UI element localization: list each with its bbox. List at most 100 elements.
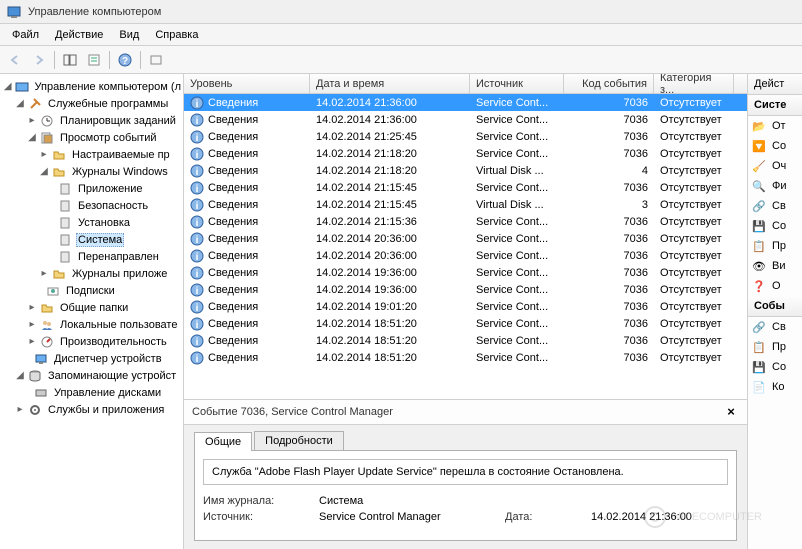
action-item[interactable]: ❓О [748,276,802,296]
show-hide-tree-button[interactable] [59,49,81,71]
grid-row[interactable]: iСведения14.02.2014 18:51:20Service Cont… [184,315,747,332]
cell-source: Service Cont... [470,335,564,347]
tab-general[interactable]: Общие [194,432,252,451]
tree-storage[interactable]: ◢Запоминающие устройст [0,367,183,384]
tree-windows-logs[interactable]: ◢Журналы Windows [0,163,183,180]
cell-category: Отсутствует [654,335,734,347]
menu-help[interactable]: Справка [147,27,206,43]
tree-custom-views[interactable]: ▸Настраиваемые пр [0,146,183,163]
cell-event-id: 7036 [564,114,654,126]
action-item[interactable]: 🔽Со [748,136,802,156]
grid-row[interactable]: iСведения14.02.2014 21:15:45Virtual Disk… [184,196,747,213]
action-item[interactable]: 📋Пр [748,337,802,357]
console-tree[interactable]: ◢Управление компьютером (л ◢Служебные пр… [0,74,184,549]
clock-icon [39,113,55,129]
cell-level: Сведения [208,131,258,143]
action-icon: 🧹 [752,160,768,173]
col-datetime[interactable]: Дата и время [310,74,470,93]
tab-details[interactable]: Подробности [254,431,344,450]
tree-root[interactable]: ◢Управление компьютером (л [0,78,183,95]
prop-logname-val: Система [319,495,499,507]
close-detail-button[interactable]: × [723,404,739,420]
tree-shared-folders[interactable]: ▸Общие папки [0,299,183,316]
action-item[interactable]: 🧹Оч [748,156,802,176]
grid-row[interactable]: iСведения14.02.2014 20:36:00Service Cont… [184,230,747,247]
tree-device-manager[interactable]: Диспетчер устройств [0,350,183,367]
tree-subscriptions[interactable]: Подписки [0,282,183,299]
cell-event-id: 7036 [564,352,654,364]
tree-local-users[interactable]: ▸Локальные пользовате [0,316,183,333]
cell-datetime: 14.02.2014 18:51:20 [310,352,470,364]
log-icon [57,181,73,197]
menu-action[interactable]: Действие [47,27,111,43]
action-item[interactable]: 🔗Св [748,196,802,216]
tree-log-security[interactable]: Безопасность [0,197,183,214]
info-icon: i [190,232,204,246]
grid-row[interactable]: iСведения14.02.2014 21:18:20Service Cont… [184,145,747,162]
grid-row[interactable]: iСведения14.02.2014 21:15:36Service Cont… [184,213,747,230]
cell-level: Сведения [208,97,258,109]
cell-category: Отсутствует [654,131,734,143]
grid-row[interactable]: iСведения14.02.2014 19:01:20Service Cont… [184,298,747,315]
grid-row[interactable]: iСведения14.02.2014 21:15:45Service Cont… [184,179,747,196]
action-item[interactable]: 💾Со [748,216,802,236]
action-item[interactable]: 🔍Фи [748,176,802,196]
action-item[interactable]: 📋Пр [748,236,802,256]
info-icon: i [190,283,204,297]
cell-category: Отсутствует [654,216,734,228]
cell-level: Сведения [208,182,258,194]
grid-row[interactable]: iСведения14.02.2014 21:18:20Virtual Disk… [184,162,747,179]
tree-log-application[interactable]: Приложение [0,180,183,197]
col-source[interactable]: Источник [470,74,564,93]
tree-log-forwarded[interactable]: Перенаправлен [0,248,183,265]
performance-icon [39,334,55,350]
event-grid[interactable]: Уровень Дата и время Источник Код событи… [184,74,747,399]
cell-category: Отсутствует [654,165,734,177]
cell-level: Сведения [208,233,258,245]
action-item[interactable]: 🔗Св [748,317,802,337]
menu-view[interactable]: Вид [111,27,147,43]
grid-row[interactable]: iСведения14.02.2014 18:51:20Service Cont… [184,349,747,366]
help-button[interactable]: ? [114,49,136,71]
action-label: Со [772,361,786,373]
info-icon: i [190,317,204,331]
cell-event-id: 7036 [564,267,654,279]
tree-disk-mgmt[interactable]: Управление дисками [0,384,183,401]
tree-event-viewer[interactable]: ◢Просмотр событий [0,129,183,146]
grid-row[interactable]: iСведения14.02.2014 19:36:00Service Cont… [184,281,747,298]
svg-text:i: i [196,150,199,161]
action-item[interactable]: 📂От [748,116,802,136]
cell-category: Отсутствует [654,182,734,194]
info-icon: i [190,198,204,212]
grid-row[interactable]: iСведения14.02.2014 21:36:00Service Cont… [184,94,747,111]
col-event-id[interactable]: Код события [564,74,654,93]
grid-row[interactable]: iСведения14.02.2014 20:36:00Service Cont… [184,247,747,264]
prop-date-key: Дата: [505,511,585,523]
menu-file[interactable]: Файл [4,27,47,43]
tree-log-system[interactable]: Система [0,231,183,248]
grid-row[interactable]: iСведения14.02.2014 21:36:00Service Cont… [184,111,747,128]
action-item[interactable]: 📄Ко [748,377,802,397]
cell-event-id: 3 [564,199,654,211]
col-level[interactable]: Уровень [184,74,310,93]
grid-row[interactable]: iСведения14.02.2014 18:51:20Service Cont… [184,332,747,349]
action-item[interactable]: 👁Ви [748,256,802,276]
tree-app-service-logs[interactable]: ▸Журналы приложе [0,265,183,282]
tree-system-tools[interactable]: ◢Служебные программы [0,95,183,112]
properties-button[interactable] [83,49,105,71]
tree-task-scheduler[interactable]: ▸Планировщик заданий [0,112,183,129]
cell-level: Сведения [208,267,258,279]
info-icon: i [190,181,204,195]
cell-datetime: 14.02.2014 20:36:00 [310,250,470,262]
services-icon [27,402,43,418]
tree-services-apps[interactable]: ▸Службы и приложения [0,401,183,418]
cell-category: Отсутствует [654,148,734,160]
tree-log-setup[interactable]: Установка [0,214,183,231]
action-item[interactable]: 💾Со [748,357,802,377]
col-category[interactable]: Категория з... [654,74,734,93]
grid-row[interactable]: iСведения14.02.2014 19:36:00Service Cont… [184,264,747,281]
grid-row[interactable]: iСведения14.02.2014 21:25:45Service Cont… [184,128,747,145]
tree-performance[interactable]: ▸Производительность [0,333,183,350]
extra-button[interactable] [145,49,167,71]
prop-date-val: 14.02.2014 21:36:00 [591,511,728,523]
